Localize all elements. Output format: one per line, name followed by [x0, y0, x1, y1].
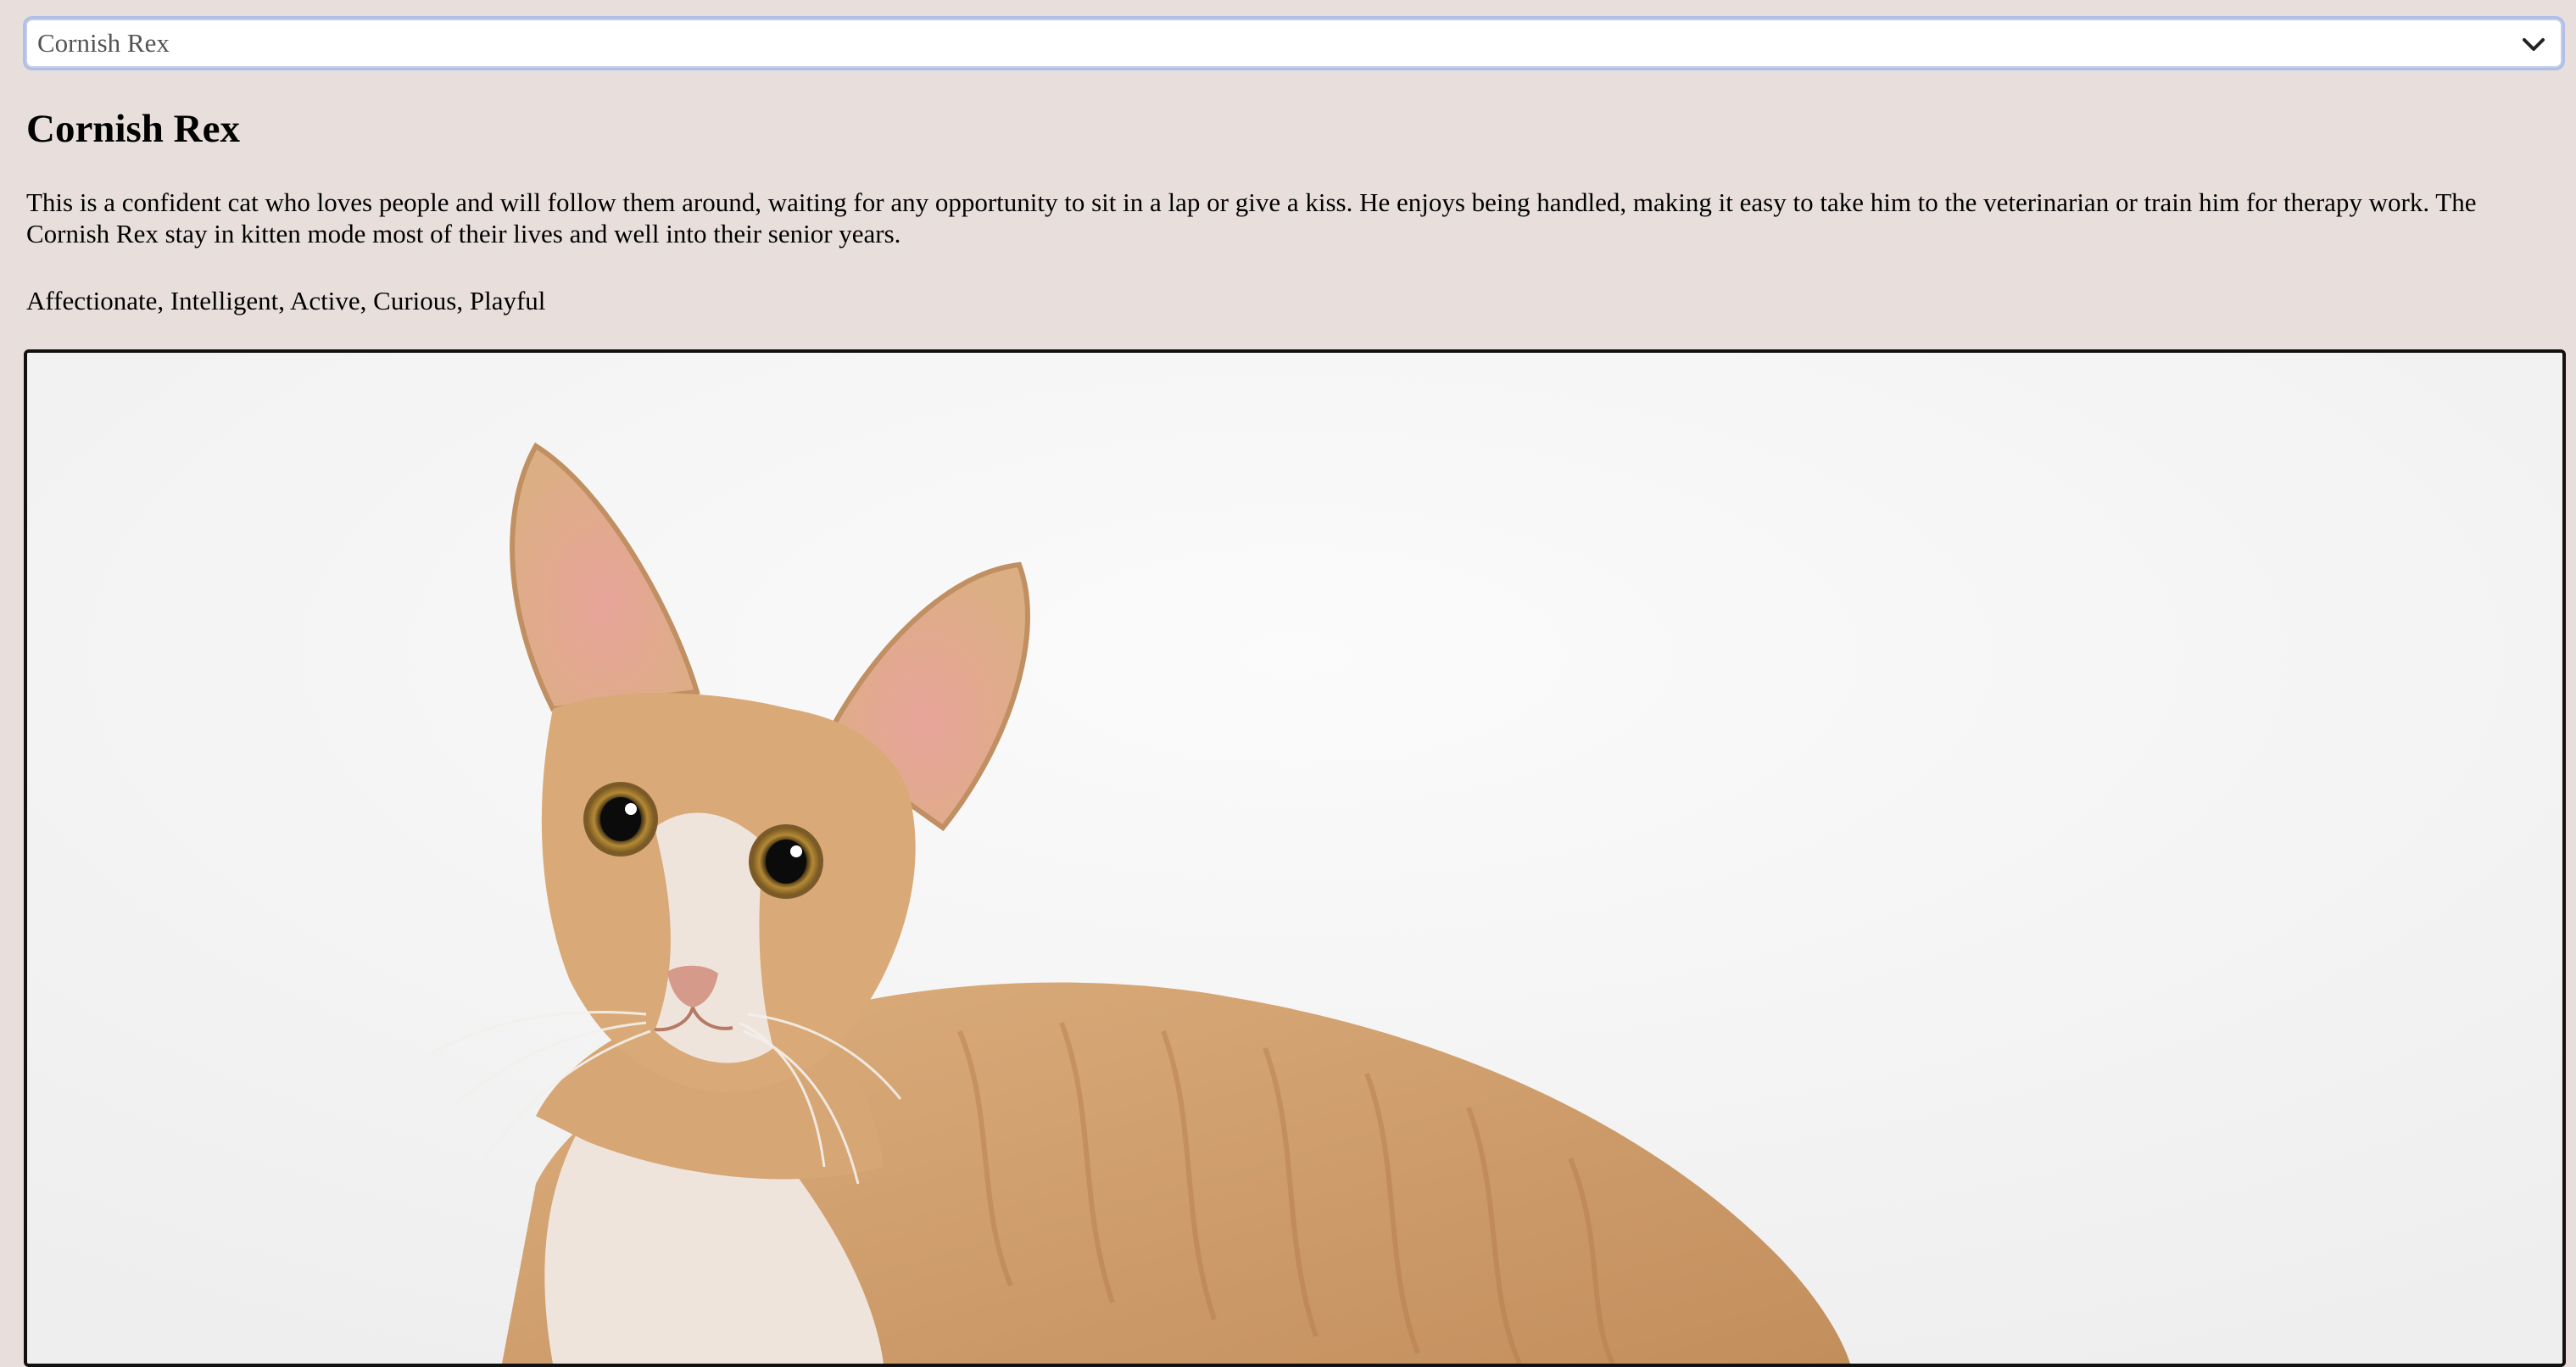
breed-temperament: Affectionate, Intelligent, Active, Curio…	[26, 286, 546, 315]
breed-select-value: Cornish Rex	[37, 28, 170, 58]
chevron-down-icon	[2523, 38, 2545, 51]
breed-description: This is a confident cat who loves people…	[26, 187, 2477, 248]
breed-title: Cornish Rex	[26, 107, 240, 151]
breed-select[interactable]: Cornish Rex	[25, 19, 2562, 68]
cat-illustration	[27, 353, 2562, 1364]
breed-photo	[24, 349, 2566, 1367]
